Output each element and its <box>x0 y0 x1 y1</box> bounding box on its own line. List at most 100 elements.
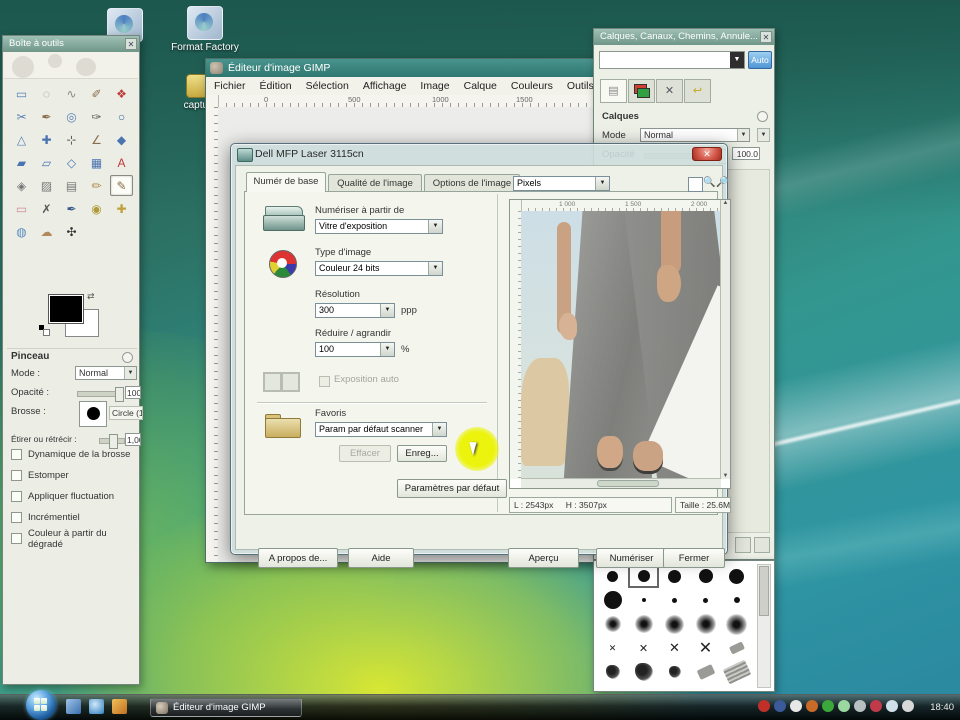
tool-perspective-icon[interactable]: ◇ <box>60 152 83 173</box>
close-icon[interactable]: ✕ <box>125 38 137 50</box>
explorer-icon[interactable] <box>89 699 104 714</box>
brush-fuzzy-thumbnail[interactable] <box>721 612 752 636</box>
menu-affichage[interactable]: Affichage <box>363 80 407 92</box>
opacity-spinbox[interactable]: 100,0 <box>125 386 141 399</box>
brush-fuzzy-thumbnail[interactable] <box>597 612 628 636</box>
tool-option-checkbox-row[interactable]: Incrémentiel <box>11 507 137 528</box>
opacity-slider[interactable] <box>77 387 124 402</box>
tool-shear-icon[interactable]: ▱ <box>35 152 58 173</box>
brush-fuzzy-thumbnail[interactable] <box>659 612 690 636</box>
tab-basic-scan[interactable]: Numér de base <box>246 172 326 192</box>
zoom-out-icon[interactable]: 🔍 <box>703 175 716 190</box>
checkbox-icon[interactable] <box>11 491 22 502</box>
menu-fichier[interactable]: Fichier <box>214 80 246 92</box>
panel-menu-icon[interactable] <box>757 111 768 122</box>
tool-option-checkbox-row[interactable]: Appliquer fluctuation <box>11 486 137 507</box>
tool-scale-icon[interactable]: ▰ <box>10 152 33 173</box>
volume-icon[interactable] <box>902 700 914 712</box>
reduce-enlarge-combo[interactable]: 100 ▼ <box>315 342 395 357</box>
gimp-window-titlebar[interactable]: Éditeur d'image GIMP <box>206 59 596 77</box>
brush-fuzzy-thumbnail[interactable] <box>628 612 659 636</box>
preview-tool-checkbox[interactable] <box>688 177 703 192</box>
scan-source-combo[interactable]: Vitre d'exposition ▼ <box>315 219 443 234</box>
tray-red-icon[interactable] <box>758 700 770 712</box>
network-icon[interactable] <box>886 700 898 712</box>
start-button[interactable] <box>26 690 56 720</box>
tool-dodge-burn-icon[interactable]: ✣ <box>60 221 83 242</box>
active-brush-preview[interactable] <box>79 401 107 427</box>
tool-clone-icon[interactable]: ◉ <box>85 198 108 219</box>
brush-dot-thumbnail[interactable] <box>690 588 721 612</box>
foreground-color-swatch[interactable] <box>48 294 84 324</box>
brush-x-thumbnail[interactable]: ✕ <box>597 636 628 660</box>
checkbox-icon[interactable] <box>11 449 22 460</box>
layers-dialog-titlebar[interactable]: Calques, Canaux, Chemins, Annule... <box>594 29 774 45</box>
preview-button[interactable]: Aperçu <box>508 548 579 568</box>
brush-dot-thumbnail[interactable] <box>659 588 690 612</box>
auto-exposure-checkbox[interactable] <box>319 376 330 387</box>
brush-dot-thumbnail[interactable] <box>721 588 752 612</box>
image-type-combo[interactable]: Couleur 24 bits ▼ <box>315 261 443 276</box>
tool-eraser-icon[interactable]: ▭ <box>10 198 33 219</box>
tool-align-icon[interactable]: ⊹ <box>60 129 83 150</box>
tray-leaf-icon[interactable] <box>822 700 834 712</box>
slider-knob[interactable] <box>115 387 124 402</box>
taskbar-gimp-button[interactable]: Éditeur d'image GIMP <box>150 698 302 717</box>
tool-free-select-icon[interactable]: ∿ <box>60 83 83 104</box>
checkbox-icon[interactable] <box>11 533 22 544</box>
scrollbar-thumb[interactable] <box>759 566 769 616</box>
paint-mode-combo[interactable]: Normal ▼ <box>75 366 137 380</box>
tray-lightgreen-icon[interactable] <box>838 700 850 712</box>
tool-bucket-fill-icon[interactable]: ◈ <box>10 175 33 196</box>
tab-layers[interactable]: ▤ <box>600 79 627 103</box>
tool-smudge-icon[interactable]: ☁ <box>35 221 58 242</box>
brush-dot-thumbnail[interactable] <box>721 564 752 588</box>
tool-pencil-icon[interactable]: ✏ <box>85 175 108 196</box>
save-button[interactable]: Enreg... <box>397 445 447 462</box>
scanner-dialog-titlebar[interactable]: Dell MFP Laser 3115cn <box>231 144 727 165</box>
scrollbar[interactable] <box>757 564 771 688</box>
tool-ink-icon[interactable]: ✒ <box>60 198 83 219</box>
brush-fuzzy-thumbnail[interactable] <box>690 612 721 636</box>
clear-button[interactable]: Effacer <box>339 445 391 462</box>
active-brush-name[interactable]: Circle (11) <box>109 406 143 420</box>
tool-color-picker-icon[interactable]: ◎ <box>60 106 83 127</box>
about-button[interactable]: A propos de... <box>258 548 338 568</box>
swap-colors-icon[interactable]: ⇄ <box>87 291 95 302</box>
tool-paths-icon[interactable]: ✒ <box>35 106 58 127</box>
brush-dot-thumbnail[interactable] <box>628 588 659 612</box>
brush-grid-thumbnail[interactable] <box>721 659 752 685</box>
brush-blob-thumbnail[interactable] <box>597 660 628 684</box>
layer-button[interactable] <box>735 537 751 553</box>
menu-image[interactable]: Image <box>420 80 449 92</box>
menu-outils[interactable]: Outils <box>567 80 594 92</box>
tool-fuzzy-select-icon[interactable]: ✐ <box>85 83 108 104</box>
tool-crop-icon[interactable]: ∠ <box>85 129 108 150</box>
media-player-icon[interactable] <box>112 699 127 714</box>
favorites-combo[interactable]: Param par défaut scanner ▼ <box>315 422 447 437</box>
tool-option-checkbox-row[interactable]: Couleur à partir du dégradé <box>11 528 137 550</box>
menu-sélection[interactable]: Sélection <box>306 80 349 92</box>
brush-x-thumbnail[interactable]: ✕ <box>690 636 721 660</box>
tool-airbrush-icon[interactable]: ✗ <box>35 198 58 219</box>
taskbar-clock[interactable]: 18:40 <box>930 695 954 720</box>
tool-text-icon[interactable]: A <box>110 152 133 173</box>
tray-orange-icon[interactable] <box>806 700 818 712</box>
tool-flip-icon[interactable]: ▦ <box>85 152 108 173</box>
tool-paintbrush-icon[interactable]: ✎ <box>110 175 133 196</box>
tool-zoom-icon[interactable]: ○ <box>110 106 133 127</box>
tool-option-checkbox-row[interactable]: Dynamique de la brosse <box>11 444 137 465</box>
brush-chip-thumbnail[interactable] <box>690 660 721 684</box>
help-button[interactable]: Aide <box>348 548 414 568</box>
brush-chip-thumbnail[interactable] <box>721 636 752 660</box>
switcher-icon[interactable] <box>66 699 81 714</box>
layer-button[interactable] <box>754 537 770 553</box>
tab-paths[interactable]: ✕ <box>656 79 683 103</box>
tray-error-icon[interactable] <box>870 700 882 712</box>
menu-édition[interactable]: Édition <box>260 80 292 92</box>
scrollbar[interactable] <box>521 478 721 488</box>
tool-move-icon[interactable]: ✚ <box>35 129 58 150</box>
tool-pattern-icon[interactable]: ▤ <box>60 175 83 196</box>
checkbox-icon[interactable] <box>11 470 22 481</box>
brush-x-thumbnail[interactable]: ✕ <box>659 636 690 660</box>
